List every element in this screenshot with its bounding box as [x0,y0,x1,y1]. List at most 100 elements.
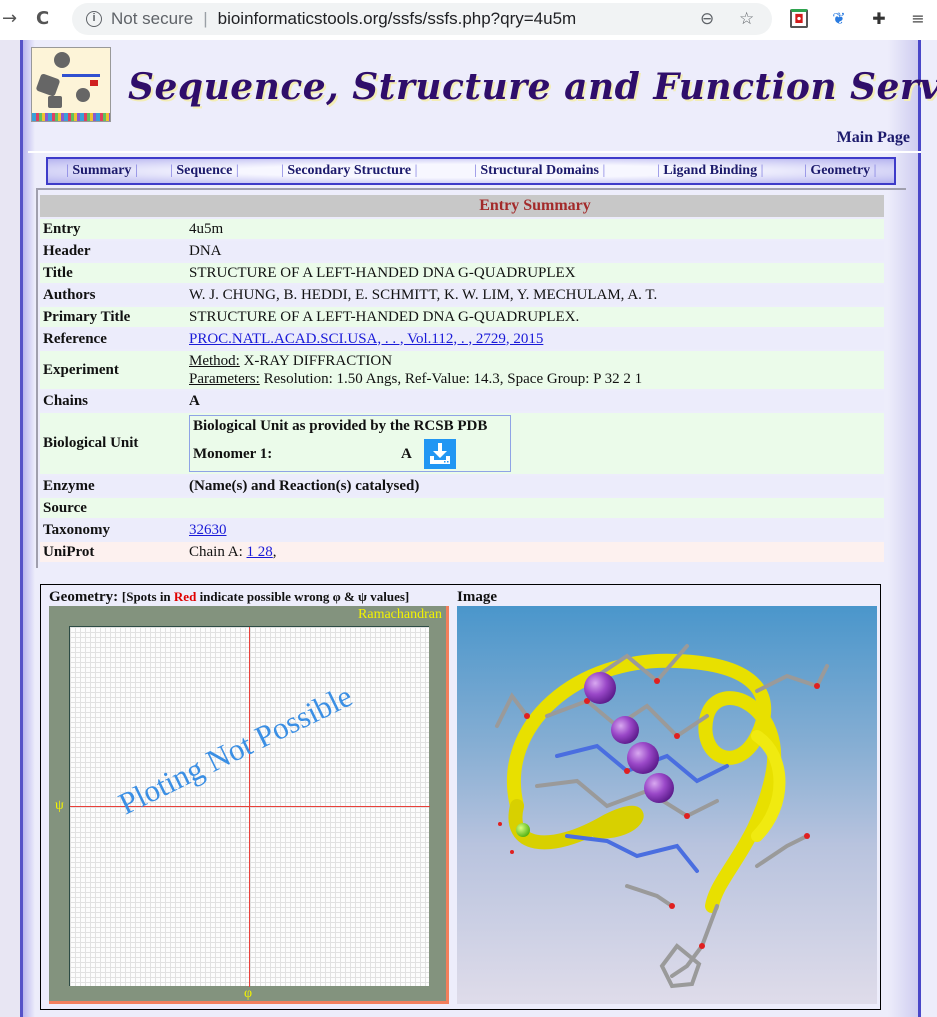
uniprot-prefix: Chain A: [189,543,243,560]
phi-axis-label: φ [244,986,253,1001]
entry-summary-title: Entry Summary [186,195,884,217]
logo-atom [54,52,70,68]
logo-atom [48,96,62,108]
taxonomy-link[interactable]: 32630 [189,522,227,538]
table-row: Header DNA [40,241,884,261]
row-label: Chains [40,391,186,411]
logo-atom [76,88,90,102]
monomer-chain: A [401,445,412,462]
site-title: Sequence, Structure and Function Server [128,66,937,108]
left-border-shade [23,40,35,1017]
table-row: UniProt Chain A: 1 28, [40,542,884,562]
experiment-cell: Method: X-RAY DIFFRACTION Parameters: Re… [186,351,884,389]
potassium-ion [611,716,639,744]
logo-bond [90,80,98,86]
table-row: Enzyme (Name(s) and Reaction(s) catalyse… [40,476,884,496]
monomer-label: Monomer 1: [193,445,273,462]
row-label: Entry [40,219,186,239]
primary-title-value: STRUCTURE OF A LEFT-HANDED DNA G-QUADRUP… [186,307,884,327]
table-row: Title STRUCTURE OF A LEFT-HANDED DNA G-Q… [40,263,884,283]
entry-summary-table: Entry Summary Entry 4u5m Header DNA Titl… [40,193,884,564]
row-label: Experiment [40,351,186,389]
reference-link[interactable]: PROC.NATL.ACAD.SCI.USA, . . , Vol.112, .… [189,331,543,347]
address-bar[interactable]: i Not secure | bioinformaticstools.org/s… [72,3,772,35]
source-value [186,498,884,518]
nav-structural-domains[interactable]: | Structural Domains | [474,163,605,179]
section-nav: | Summary | | Sequence | | Secondary Str… [46,157,896,185]
potassium-ion [584,672,616,704]
row-label: Reference [40,329,186,349]
row-label: Title [40,263,186,283]
parameters-label: Parameters: [189,371,260,387]
entry-value: 4u5m [186,219,884,239]
logo-atom [35,73,61,97]
header-value: DNA [186,241,884,261]
method-value: X-RAY DIFFRACTION [243,353,393,369]
geometry-note: [Spots in Red indicate possible wrong φ … [121,589,410,604]
table-row: Experiment Method: X-RAY DIFFRACTION Par… [40,351,884,389]
site-logo[interactable] [31,47,111,122]
info-icon[interactable]: i [86,11,102,27]
psi-axis-line [249,627,250,987]
right-border [918,40,921,1017]
row-label: Source [40,498,186,518]
title-value: STRUCTURE OF A LEFT-HANDED DNA G-QUADRUP… [186,263,884,283]
authors-value: W. J. CHUNG, B. HEDDI, E. SCHMITT, K. W.… [186,285,884,305]
enzyme-value: (Name(s) and Reaction(s) catalysed) [186,476,884,496]
table-header-row: Entry Summary [40,195,884,217]
ramachandran-plot: Ramachandran ψ φ Ploting Not Possible [49,606,449,1004]
reload-icon[interactable]: C [36,8,49,30]
download-icon [429,443,450,464]
nav-sequence[interactable]: | Sequence | [170,163,239,179]
logo-bond [62,74,100,77]
divider: | [203,9,208,28]
header-blank-cell [40,195,186,217]
molecule-render [495,644,829,989]
table-row: Taxonomy 32630 [40,520,884,540]
row-label: Authors [40,285,186,305]
row-label: Biological Unit [40,413,186,474]
method-label: Method: [189,353,240,369]
table-row: Source [40,498,884,518]
row-label: Header [40,241,186,261]
potassium-ion [627,742,659,774]
media-queue-icon[interactable]: ≡ [908,9,928,29]
row-label: UniProt [40,542,186,562]
table-row: Primary Title STRUCTURE OF A LEFT-HANDED… [40,307,884,327]
uniprot-link[interactable]: 1 28 [247,544,273,560]
reference-cell: PROC.NATL.ACAD.SCI.USA, . . , Vol.112, .… [186,329,884,349]
biological-unit-title: Biological Unit as provided by the RCSB … [193,418,488,434]
row-label: Primary Title [40,307,186,327]
geometry-title: Geometry: [49,589,119,605]
forward-icon[interactable]: → [2,8,17,30]
browser-toolbar: → C i Not secure | bioinformaticstools.o… [0,0,937,40]
nav-geometry[interactable]: | Geometry | [804,163,876,179]
url-text[interactable]: bioinformaticstools.org/ssfs/ssfs.php?qr… [218,9,577,29]
base-ring [659,943,702,989]
logo-sequence-strip [32,113,110,121]
nav-secondary-structure[interactable]: | Secondary Structure | [281,163,417,179]
table-row: Chains A [40,391,884,411]
nav-ligand-binding[interactable]: | Ligand Binding | [657,163,763,179]
biological-unit-cell: Biological Unit as provided by the RCSB … [186,413,884,474]
row-label: Enzyme [40,476,186,496]
uniprot-cell: Chain A: 1 28, [186,542,884,562]
mcafee-extension-icon[interactable]: ◘ [790,9,808,28]
row-label: Taxonomy [40,520,186,540]
security-status[interactable]: Not secure [111,9,193,29]
table-row: Biological Unit Biological Unit as provi… [40,413,884,474]
extensions-puzzle-icon[interactable]: ✚ [869,9,889,29]
main-page-link[interactable]: Main Page [837,129,910,147]
download-button[interactable] [423,439,456,469]
taxonomy-cell: 32630 [186,520,884,540]
feather-extension-icon[interactable]: ❦ [829,9,849,29]
uniprot-suffix: , [272,543,277,560]
geometry-heading: Geometry: [Spots in Red indicate possibl… [49,589,409,606]
nav-summary[interactable]: | Summary | [66,163,138,179]
bookmark-star-icon[interactable]: ☆ [739,9,754,29]
divider [28,151,921,153]
table-row: Entry 4u5m [40,219,884,239]
zoom-out-icon[interactable]: ⊖ [700,9,714,29]
chains-value: A [186,391,884,411]
table-row: Reference PROC.NATL.ACAD.SCI.USA, . . , … [40,329,884,349]
